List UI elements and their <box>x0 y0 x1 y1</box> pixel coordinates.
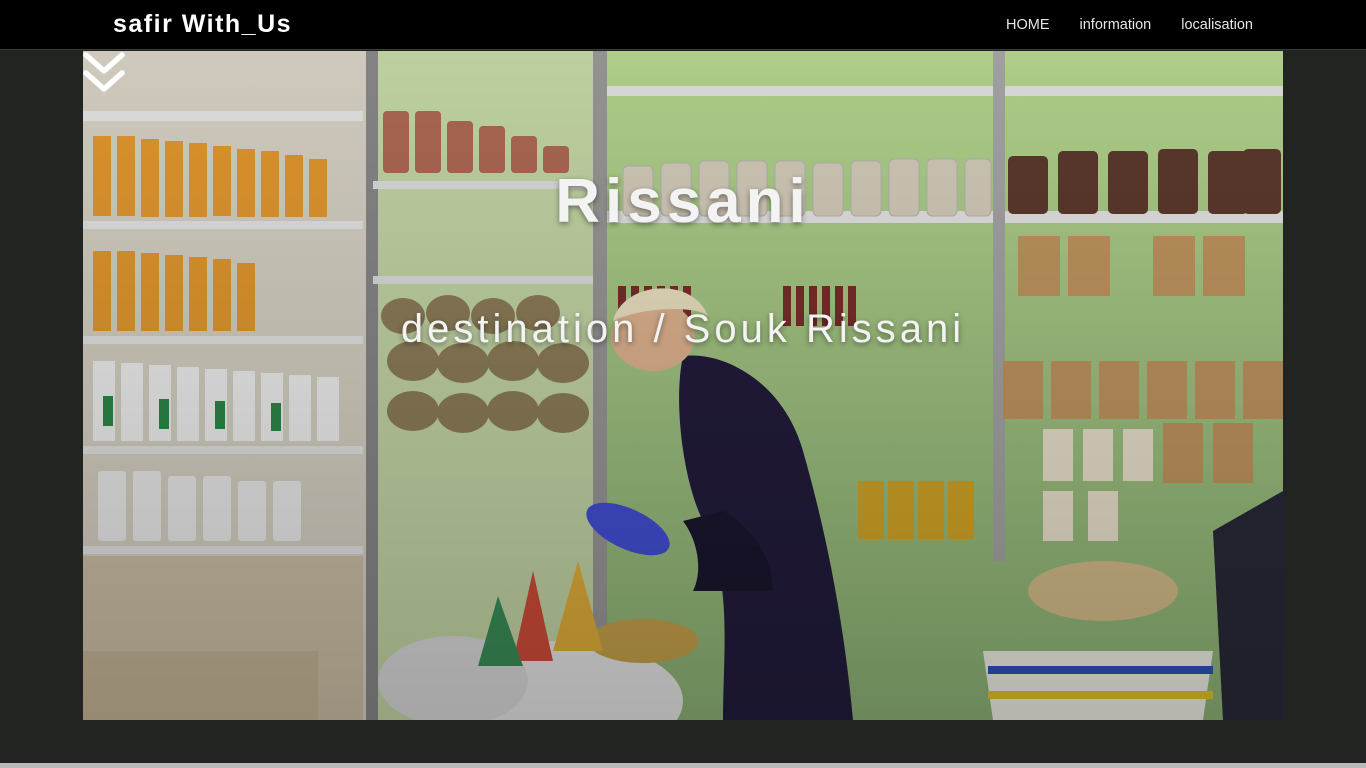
hero-background-image <box>83 51 1283 720</box>
hero-title: Rissani <box>555 167 811 236</box>
nav-menu: HOME information localisation <box>1006 17 1253 33</box>
nav-link-home[interactable]: HOME <box>1006 17 1050 33</box>
nav-link-localisation[interactable]: localisation <box>1181 17 1253 33</box>
nav-link-information[interactable]: information <box>1080 17 1152 33</box>
hero-banner: Rissani destination / Souk Rissani <box>83 51 1283 720</box>
horizontal-scrollbar[interactable] <box>0 763 1366 768</box>
top-navbar: safir With_Us HOME information localisat… <box>0 0 1366 50</box>
brand-logo-link[interactable]: safir With_Us <box>113 10 292 39</box>
hero-subtitle: destination / Souk Rissani <box>400 307 966 351</box>
double-chevron-down-icon[interactable] <box>83 51 125 95</box>
